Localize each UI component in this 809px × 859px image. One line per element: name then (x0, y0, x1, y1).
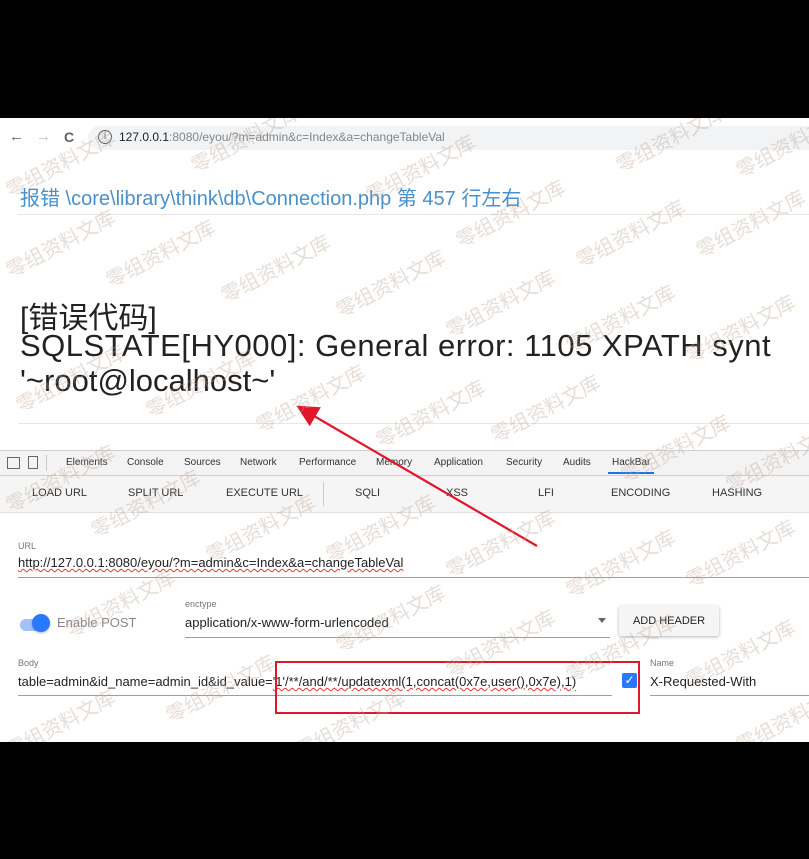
annotation-arrow (296, 405, 538, 547)
screenshot-area: ← → C i 127.0.0.1:8080/eyou/?m=admin&c=I… (0, 118, 809, 742)
